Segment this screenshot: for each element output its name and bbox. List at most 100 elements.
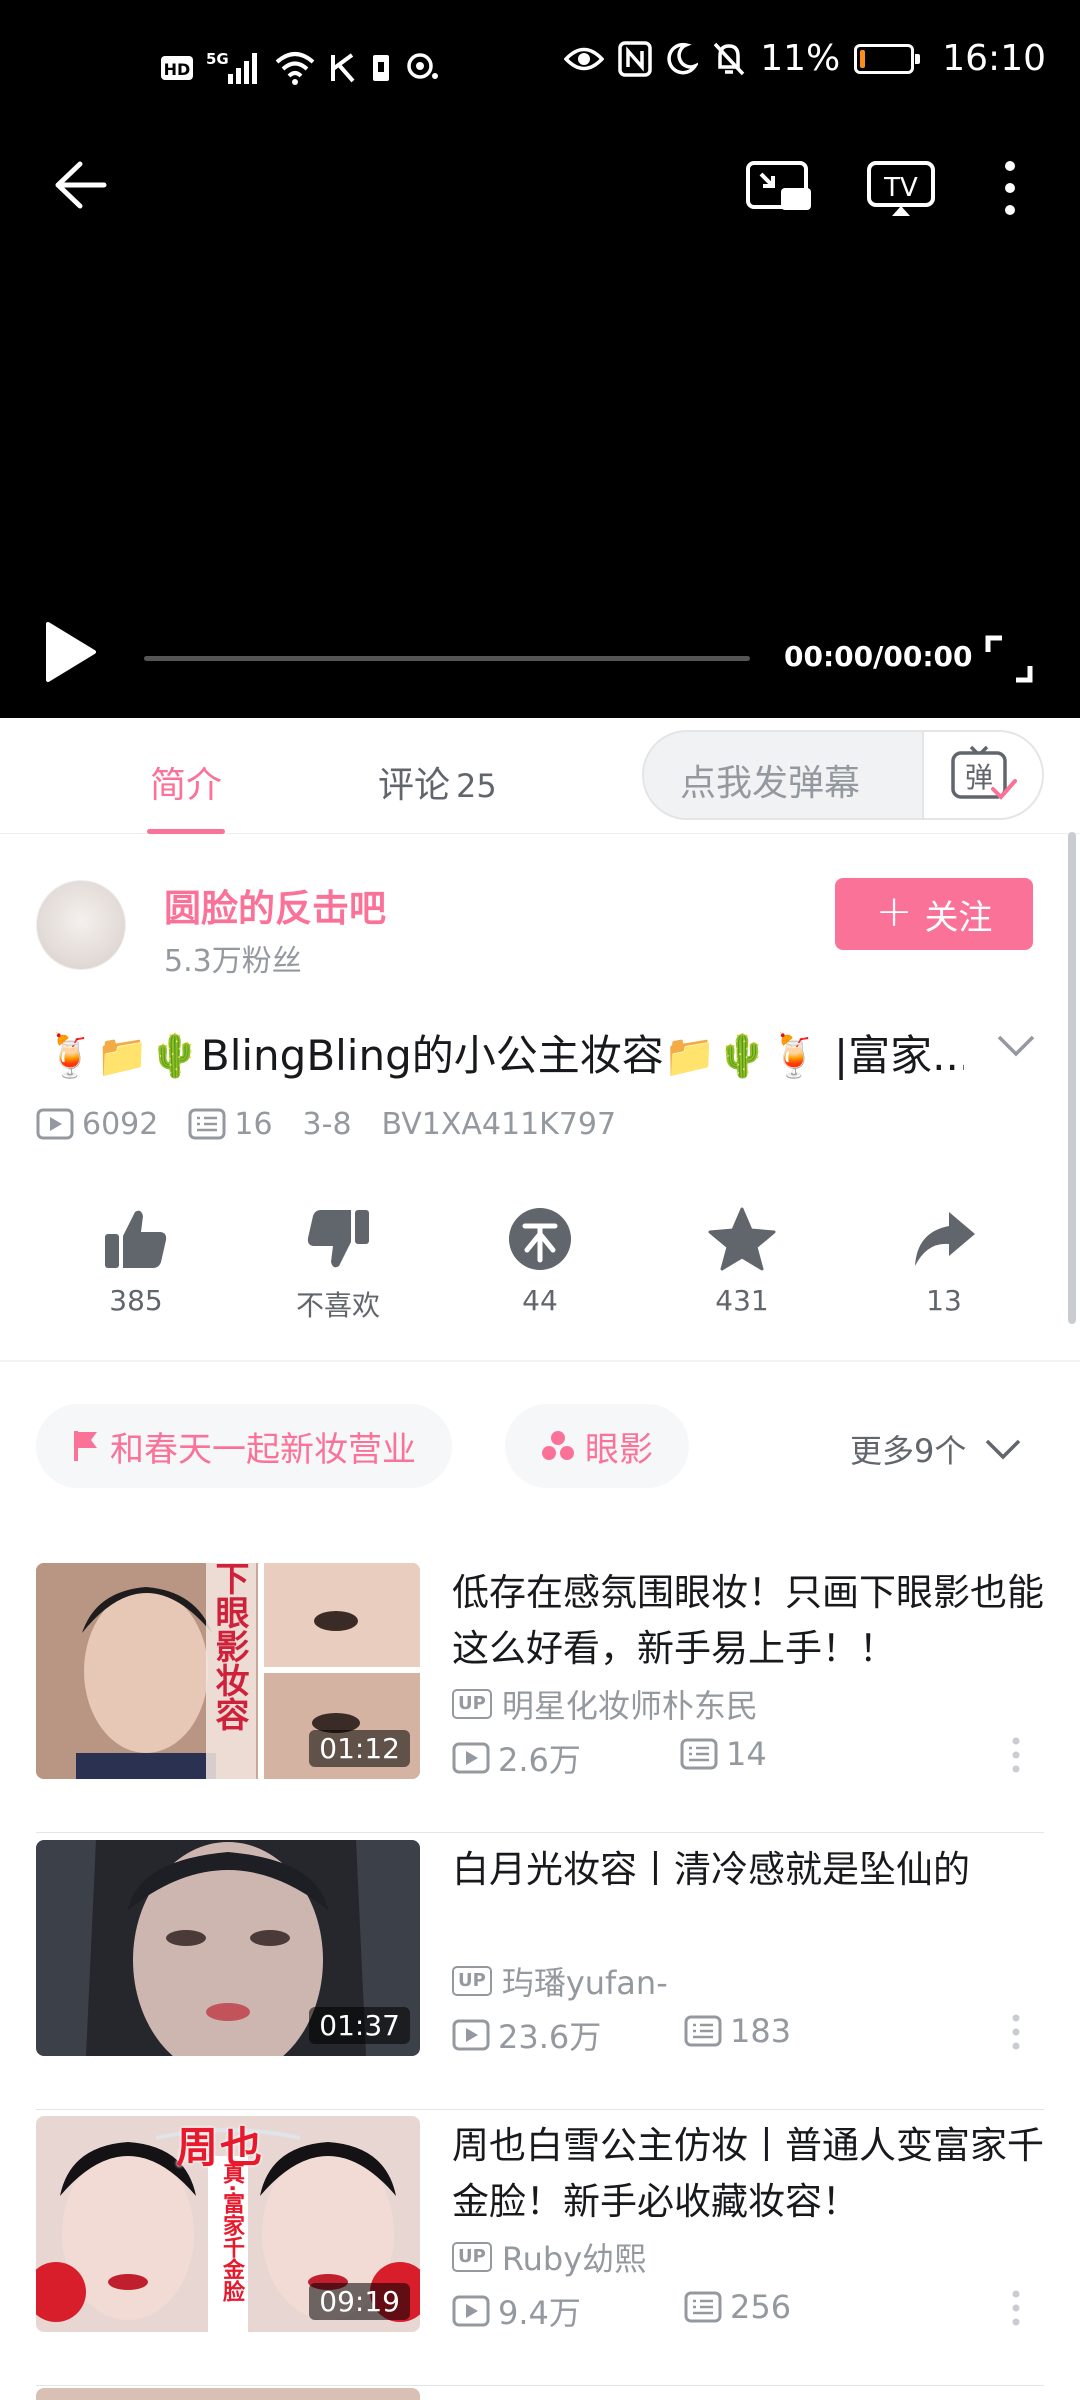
chevron-down-icon: [997, 1035, 1035, 1057]
thumbs-down-icon: [307, 1210, 369, 1268]
danmaku-count-icon: [684, 2015, 722, 2047]
follow-label: 关注: [924, 897, 993, 938]
battery-fill: [860, 49, 866, 68]
5g-signal-icon: 5G: [206, 50, 257, 84]
status-right-icons: 11% 16:10: [564, 38, 1046, 79]
battery-percent: 11%: [760, 38, 841, 79]
list-item[interactable]: 下眼影妆容 01:12 低存在感氛围眼妆！只画下眼影也能这么好看，新手易上手！！…: [0, 1563, 1080, 1833]
tab-intro[interactable]: 简介: [146, 756, 226, 834]
divider: [36, 2109, 1044, 2110]
up-badge: UP: [452, 1689, 492, 1719]
danmaku-placeholder: 点我发弹幕: [680, 763, 861, 804]
thumbnail-caption: 下眼影妆容: [209, 1563, 249, 1731]
status-bar: HD 5G 11% 16:10: [0, 38, 1080, 98]
pip-button[interactable]: [745, 160, 813, 218]
danmaku-toggle-button[interactable]: 弹: [922, 732, 1042, 818]
section-divider: [0, 1360, 1080, 1362]
flag-icon: [74, 1431, 97, 1461]
video-player[interactable]: HD 5G 11% 16:10 TV 00:00/00:00: [0, 0, 1080, 718]
coin-button[interactable]: 44: [470, 1206, 610, 1317]
video-duration: 09:19: [309, 2283, 410, 2320]
tag-campaign-label: 和春天一起新妆营业: [110, 1429, 416, 1470]
hd-icon: HD: [161, 56, 193, 80]
danmaku-count: 183: [730, 2012, 792, 2050]
fullscreen-button[interactable]: [984, 634, 1034, 688]
danmaku-count: 256: [730, 2288, 792, 2326]
picture-in-picture-icon: [746, 161, 811, 210]
item-more-button[interactable]: [1010, 2014, 1022, 2054]
video-stats: 2.6万 14: [452, 1735, 1052, 1779]
uploader-name: 明星化妆师朴东民: [501, 1687, 758, 1725]
uploader: UP Ruby幼熙: [452, 2234, 646, 2280]
list-item[interactable]: 周也 真·富家千金脸 09:19 周也白雪公主仿妆丨普通人变富家千金脸！新手必收…: [0, 2116, 1080, 2386]
fullscreen-icon: [985, 635, 1033, 683]
tag-campaign[interactable]: 和春天一起新妆营业: [36, 1404, 452, 1488]
coin-count: 44: [522, 1284, 558, 1317]
item-more-button[interactable]: [1010, 2290, 1022, 2330]
svg-text:5G: 5G: [206, 50, 229, 68]
video-duration: 01:12: [309, 1730, 410, 1767]
expand-button[interactable]: [996, 1034, 1036, 1062]
view-count: 9.4万: [498, 2294, 581, 2332]
svg-text:弹: 弹: [965, 761, 993, 794]
video-thumbnail[interactable]: 下眼影妆容 01:12: [36, 1563, 420, 1779]
publish-date: 3-8: [302, 1106, 352, 1142]
back-arrow-icon: [55, 161, 107, 209]
tv-cast-button[interactable]: TV: [866, 160, 936, 222]
view-count: 23.6万: [498, 2018, 602, 2056]
uploader-name[interactable]: 圆脸的反击吧: [164, 878, 386, 932]
next-video-thumbnail[interactable]: [36, 2388, 420, 2400]
plus-icon: +: [875, 886, 913, 937]
play-count-icon: [452, 2295, 490, 2327]
dislike-label: 不喜欢: [295, 1289, 380, 1322]
danmaku-meta: 16: [188, 1106, 273, 1142]
more-tags-label: 更多9个: [850, 1432, 967, 1470]
uploader: UP 玙璠yufan-: [452, 1958, 668, 2004]
uploader-row: 圆脸的反击吧 5.3万粉丝 + 关注: [0, 870, 1080, 980]
follow-button[interactable]: + 关注: [835, 878, 1033, 950]
tab-comments[interactable]: 评论 25: [378, 756, 497, 808]
up-badge: UP: [452, 2242, 492, 2272]
bv-id: BV1XA411K797: [381, 1106, 617, 1142]
video-thumbnail[interactable]: 周也 真·富家千金脸 09:19: [36, 2116, 420, 2332]
more-menu-button[interactable]: [1000, 160, 1020, 220]
player-controls: 00:00/00:00: [0, 620, 1080, 700]
uploader-fans: 5.3万粉丝: [164, 944, 302, 979]
progress-bar[interactable]: [144, 656, 750, 661]
like-button[interactable]: 385: [66, 1206, 206, 1317]
sim-icon: [373, 55, 389, 81]
danmaku-count: 16: [234, 1106, 273, 1142]
favorite-button[interactable]: 431: [672, 1206, 812, 1317]
tag-eyeshadow-label: 眼影: [585, 1429, 653, 1470]
share-button[interactable]: 13: [874, 1206, 1014, 1317]
dislike-button[interactable]: 不喜欢: [268, 1206, 408, 1324]
play-count-icon: [452, 2019, 490, 2051]
danmaku-stat: 256: [684, 2288, 791, 2326]
video-meta: 6092 16 3-8 BV1XA411K797: [36, 1104, 646, 1144]
chevron-down-icon: [986, 1439, 1021, 1460]
danmaku-icon: 弹: [951, 745, 1017, 800]
uploader-name: Ruby幼熙: [501, 2240, 647, 2278]
play-count-icon: [452, 1742, 490, 1774]
danmaku-input[interactable]: 点我发弹幕 弹: [642, 730, 1044, 820]
video-thumbnail[interactable]: 01:37: [36, 1840, 420, 2056]
views-meta: 6092: [36, 1107, 158, 1142]
svg-text:TV: TV: [883, 173, 918, 203]
share-icon: [915, 1212, 975, 1266]
thumbnail-banner: 真·富家千金脸: [219, 2162, 244, 2303]
list-item[interactable]: 01:37 白月光妆容丨清冷感就是坠仙的 UP 玙璠yufan- 23.6万 1…: [0, 1840, 1080, 2110]
play-button[interactable]: [42, 620, 98, 688]
back-button[interactable]: [52, 160, 108, 214]
video-title-row[interactable]: 🍹📁🌵BlingBling的小公主妆容📁🌵🍹 |富家...: [0, 1016, 1080, 1086]
view-stat: 23.6万: [452, 2012, 601, 2058]
item-more-button[interactable]: [1010, 1737, 1022, 1777]
share-count: 13: [926, 1284, 962, 1317]
video-title: 🍹📁🌵BlingBling的小公主妆容📁🌵🍹 |富家...: [44, 1031, 964, 1080]
video-title: 白月光妆容丨清冷感就是坠仙的: [452, 1848, 970, 1891]
play-icon: [46, 622, 96, 682]
tab-comments-label: 评论: [378, 765, 451, 806]
tag-eyeshadow[interactable]: 眼影: [505, 1404, 689, 1488]
avatar[interactable]: [36, 880, 126, 970]
more-tags-button[interactable]: 更多9个: [850, 1426, 1022, 1472]
divider: [36, 1832, 1044, 1833]
